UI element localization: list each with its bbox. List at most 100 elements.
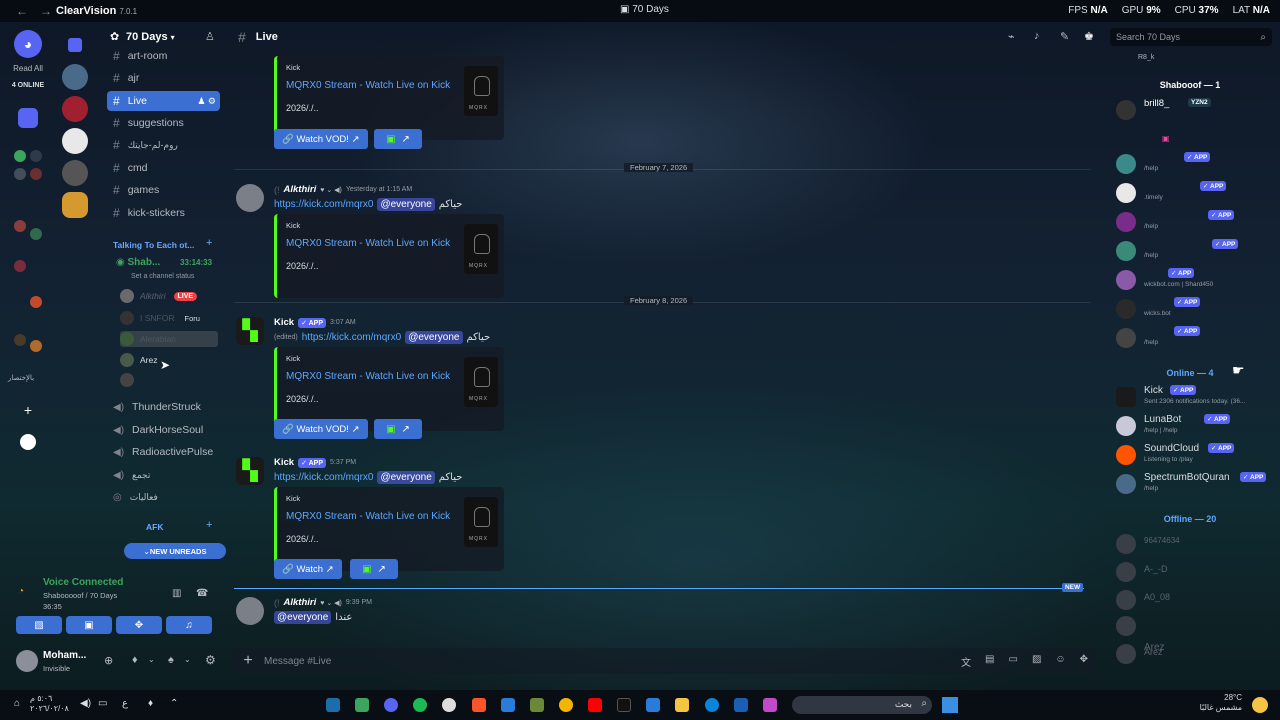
voice-channel-active[interactable]: ◉ Shab... 33:14:33 bbox=[116, 257, 226, 273]
author-name[interactable]: Kick bbox=[274, 317, 294, 328]
kick-avatar-icon[interactable]: ▚ bbox=[236, 457, 264, 485]
steam-icon[interactable] bbox=[326, 698, 340, 712]
search-input[interactable]: Search 70 Days ⌕ bbox=[1110, 28, 1272, 46]
message-link[interactable]: https://kick.com/mqrx0 bbox=[274, 472, 373, 483]
apps-icon[interactable]: ✥ bbox=[1080, 654, 1088, 669]
message-input[interactable]: Message #Live bbox=[264, 656, 331, 667]
add-channel-icon[interactable]: + bbox=[206, 519, 212, 531]
watch-vod-button[interactable]: 🔗 Watch VOD! ↗ bbox=[274, 129, 368, 149]
new-unreads-button[interactable]: ⌄ NEW UNREADS bbox=[124, 543, 226, 559]
network-icon[interactable]: ⌂ bbox=[14, 698, 20, 709]
message-link[interactable]: https://kick.com/mqrx0 bbox=[274, 199, 373, 210]
windows-start-icon[interactable] bbox=[942, 697, 958, 713]
server-icon[interactable] bbox=[30, 150, 42, 162]
member-item[interactable]: SpectrumBotQuran ✓ APP/help bbox=[1116, 472, 1276, 496]
read-all-button[interactable]: Read All bbox=[0, 64, 56, 73]
message-link[interactable]: https://kick.com/mqrx0 bbox=[302, 332, 401, 343]
volume-icon[interactable]: ◀) bbox=[80, 698, 91, 709]
channel-arabic[interactable]: # روم-لم-جايتك bbox=[107, 135, 220, 155]
server-icon[interactable] bbox=[14, 150, 26, 162]
server-icon[interactable] bbox=[30, 168, 42, 180]
member-item[interactable] bbox=[1116, 614, 1276, 636]
channel-games[interactable]: # games bbox=[107, 180, 220, 200]
author-name[interactable]: Kick bbox=[274, 457, 294, 468]
kick-link-button[interactable]: ▣ ↗ bbox=[374, 129, 422, 149]
emoji-icon[interactable]: ☺ bbox=[1055, 654, 1065, 669]
server-icon[interactable] bbox=[30, 228, 42, 240]
bell-icon[interactable]: ♪ bbox=[1034, 30, 1040, 42]
gear-icon[interactable]: ⚙ bbox=[205, 653, 216, 667]
embed-thumbnail[interactable] bbox=[464, 224, 498, 274]
author-name[interactable]: Alkthiri bbox=[284, 597, 317, 608]
add-member-icon[interactable]: ♙ bbox=[205, 30, 215, 43]
embed-title[interactable]: MQRX0 Stream - Watch Live on Kick bbox=[286, 371, 450, 382]
signal-icon[interactable]: ◔ bbox=[18, 586, 24, 597]
member-partial[interactable]: R8_k bbox=[1138, 54, 1154, 61]
mention[interactable]: @everyone bbox=[377, 198, 435, 211]
add-channel-icon[interactable]: + bbox=[206, 237, 212, 249]
avatar[interactable] bbox=[236, 597, 264, 625]
edge-icon[interactable] bbox=[705, 698, 719, 712]
folder-icon[interactable] bbox=[18, 108, 38, 128]
voice-user[interactable]: Alerabian bbox=[120, 331, 218, 347]
avatar[interactable] bbox=[1116, 644, 1136, 664]
voice-user[interactable]: Arez bbox=[120, 352, 157, 368]
add-attachment-icon[interactable]: + bbox=[232, 652, 264, 670]
server-icon[interactable] bbox=[30, 340, 42, 352]
watch-vod-button[interactable]: 🔗 Watch VOD! ↗ bbox=[274, 419, 368, 439]
author-name[interactable]: Alkthiri bbox=[284, 184, 317, 195]
noise-suppression-icon[interactable]: ▥ bbox=[172, 588, 181, 599]
folder-icon[interactable] bbox=[68, 38, 82, 52]
embed-title[interactable]: MQRX0 Stream - Watch Live on Kick bbox=[286, 80, 450, 91]
member-item[interactable]: /help ✓ APP bbox=[1116, 210, 1276, 234]
member-item[interactable]: wickbot.com | Shard450 ✓ APP bbox=[1116, 268, 1276, 292]
microphone-icon[interactable]: ♦ bbox=[132, 654, 138, 666]
member-item[interactable]: A-_-D bbox=[1116, 560, 1276, 584]
member-item[interactable]: .timely ✓ APP bbox=[1116, 181, 1276, 205]
server-icon[interactable] bbox=[14, 220, 26, 232]
discord-home-icon[interactable]: ◕ bbox=[14, 30, 42, 58]
system-clock[interactable]: ٥:٠٦ م ٢٠٢٦/٠٢/٠٨ bbox=[30, 694, 69, 714]
watch-button[interactable]: 🔗 Watch ↗ bbox=[274, 559, 342, 579]
headphones-icon[interactable]: ♠ bbox=[168, 654, 174, 666]
server-icon[interactable] bbox=[14, 168, 26, 180]
explore-icon[interactable] bbox=[20, 434, 36, 450]
voice-channel[interactable]: ◀) تجمع bbox=[107, 465, 220, 485]
kick-link-button[interactable]: ▣ ↗ bbox=[350, 559, 398, 579]
member-item[interactable]: /help ✓ APP bbox=[1116, 326, 1276, 350]
avatar[interactable] bbox=[236, 184, 264, 212]
activities-button[interactable]: ✥ bbox=[116, 616, 162, 634]
voice-user[interactable]: Alkthiri LIVE bbox=[120, 288, 198, 304]
pin-icon[interactable]: ✎ bbox=[1060, 30, 1069, 43]
category-afk[interactable]: AFK bbox=[146, 522, 163, 532]
game-controller-icon[interactable]: ⊕ bbox=[104, 654, 113, 667]
member-list-icon[interactable]: ♚ bbox=[1084, 30, 1094, 43]
voice-connected-title[interactable]: Voice Connected bbox=[43, 577, 123, 588]
camera-button[interactable]: ▧ bbox=[16, 616, 62, 634]
embed-provider[interactable]: Kick bbox=[286, 494, 300, 503]
minecraft-icon[interactable] bbox=[530, 698, 544, 712]
voice-channel[interactable]: ◀) RadioactivePulse bbox=[107, 442, 220, 462]
chevron-down-icon[interactable]: ⌄ bbox=[184, 655, 191, 664]
back-arrow-icon[interactable]: ← bbox=[16, 4, 28, 18]
chevron-down-icon[interactable]: ⌄ bbox=[148, 655, 155, 664]
server-icon[interactable] bbox=[14, 334, 26, 346]
mention[interactable]: @everyone bbox=[377, 471, 435, 484]
brave-icon[interactable] bbox=[472, 698, 486, 712]
mention[interactable]: @everyone bbox=[405, 331, 463, 344]
channel-cmd[interactable]: # cmd bbox=[107, 158, 220, 178]
voice-user[interactable] bbox=[120, 372, 140, 388]
settings-app-icon[interactable] bbox=[442, 698, 456, 712]
add-server-icon[interactable]: + bbox=[20, 402, 36, 418]
member-item[interactable]: SoundCloud ✓ APP Listening to /play bbox=[1116, 443, 1276, 467]
screen-share-button[interactable]: ▣ bbox=[66, 616, 112, 634]
kick-link-button[interactable]: ▣ ↗ bbox=[374, 419, 422, 439]
spotify-icon[interactable] bbox=[413, 698, 427, 712]
embed-provider[interactable]: Kick bbox=[286, 63, 300, 72]
avatar[interactable] bbox=[16, 650, 38, 672]
embed-title[interactable]: MQRX0 Stream - Watch Live on Kick bbox=[286, 238, 450, 249]
server-icon[interactable] bbox=[62, 192, 88, 218]
embed-provider[interactable]: Kick bbox=[286, 221, 300, 230]
username[interactable]: Moham... bbox=[43, 650, 86, 661]
embed-provider[interactable]: Kick bbox=[286, 354, 300, 363]
